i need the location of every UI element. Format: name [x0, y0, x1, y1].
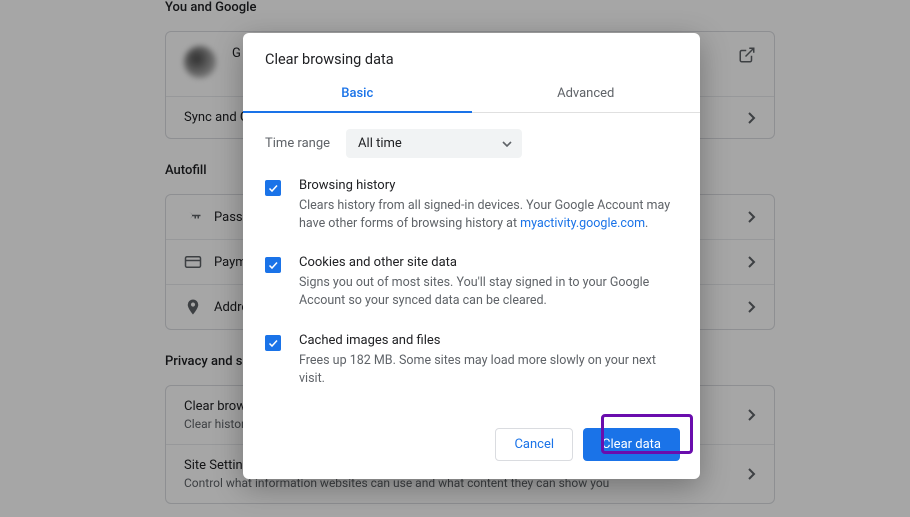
- tab-advanced[interactable]: Advanced: [472, 74, 701, 112]
- clear-data-button[interactable]: Clear data: [583, 428, 680, 461]
- cancel-button[interactable]: Cancel: [495, 428, 573, 461]
- clear-browsing-data-modal: Clear browsing data Basic Advanced Time …: [243, 33, 700, 479]
- modal-tabs: Basic Advanced: [243, 74, 700, 113]
- checkbox-title: Cookies and other site data: [299, 255, 678, 270]
- time-range-label: Time range: [265, 136, 330, 151]
- tab-basic[interactable]: Basic: [243, 74, 472, 112]
- checkbox-desc: Signs you out of most sites. You'll stay…: [299, 274, 678, 310]
- checkbox-title: Cached images and files: [299, 333, 678, 348]
- checkbox-item-cookies: Cookies and other site data Signs you ou…: [265, 255, 678, 310]
- checkbox-item-history: Browsing history Clears history from all…: [265, 178, 678, 233]
- checkbox-desc: Frees up 182 MB. Some sites may load mor…: [299, 352, 678, 388]
- checkbox-cache[interactable]: [265, 335, 281, 351]
- checkbox-history[interactable]: [265, 180, 281, 196]
- myactivity-link[interactable]: myactivity.google.com: [520, 216, 645, 231]
- checkbox-title: Browsing history: [299, 178, 678, 193]
- time-range-row: Time range All time: [265, 129, 678, 158]
- checkbox-desc: Clears history from all signed-in device…: [299, 197, 678, 233]
- time-range-value: All time: [358, 136, 402, 151]
- modal-body: Time range All time Browsing history Cle…: [243, 113, 700, 414]
- modal-title: Clear browsing data: [243, 33, 700, 74]
- time-range-select[interactable]: All time: [346, 129, 522, 158]
- chevron-down-icon: [502, 141, 512, 147]
- checkbox-cookies[interactable]: [265, 257, 281, 273]
- checkbox-item-cache: Cached images and files Frees up 182 MB.…: [265, 333, 678, 388]
- modal-actions: Cancel Clear data: [243, 414, 700, 479]
